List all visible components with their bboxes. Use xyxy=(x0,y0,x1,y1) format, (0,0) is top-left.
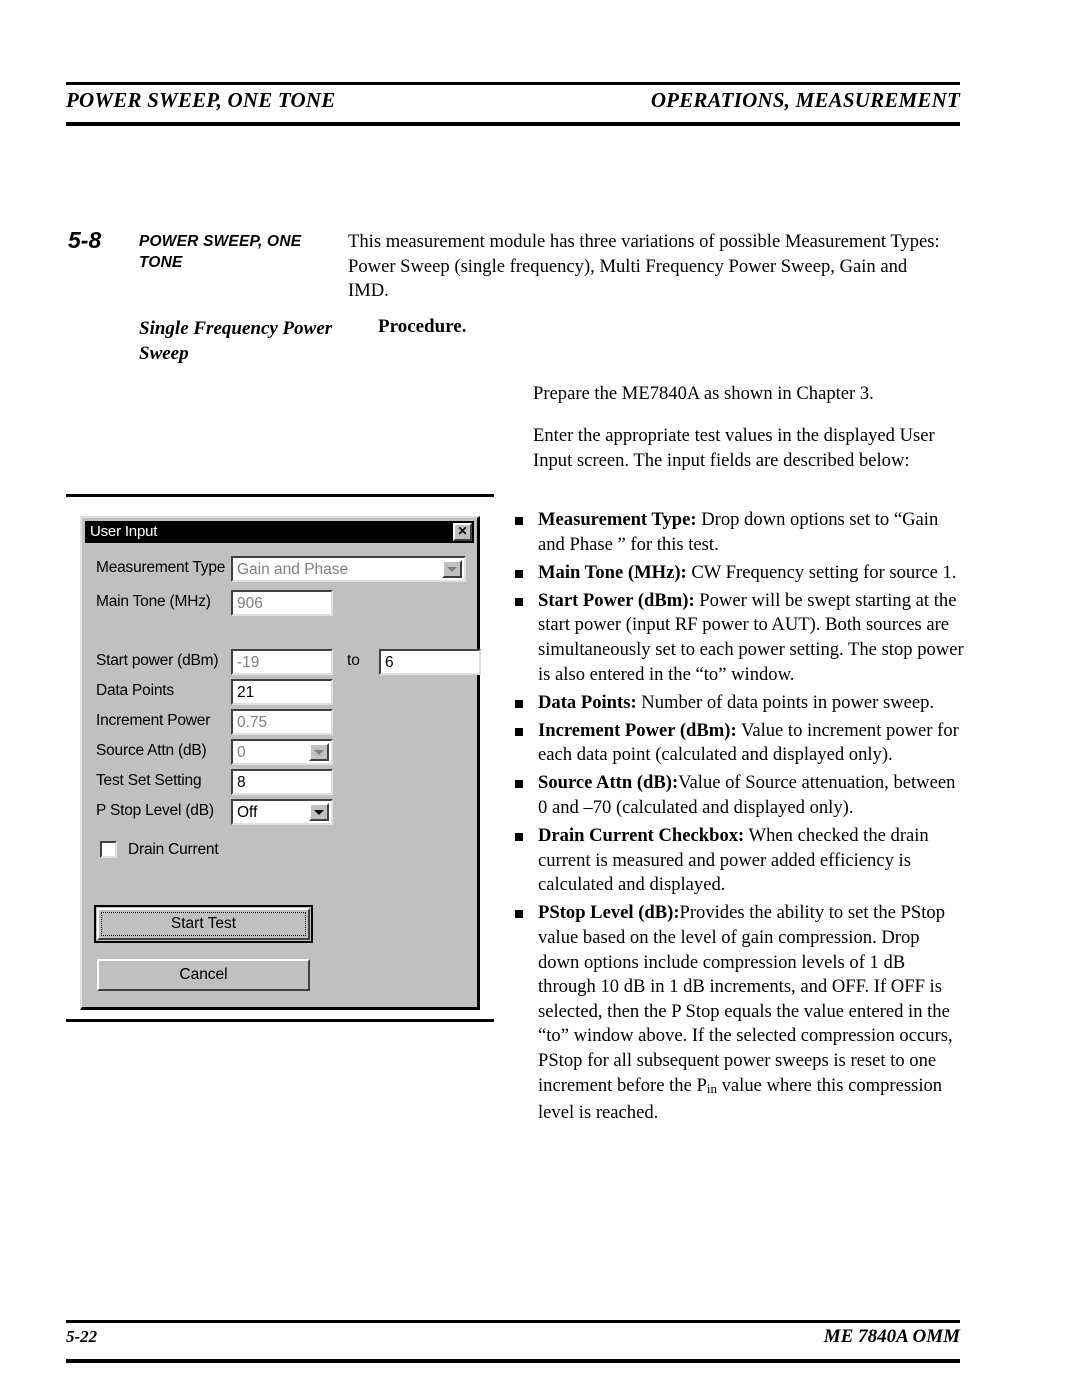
field-drain-current: Drain Current xyxy=(96,838,396,864)
list-item-term: Data Points: xyxy=(538,691,637,713)
increment-power-label: Increment Power xyxy=(96,712,211,729)
p-stop-level-value: Off xyxy=(237,804,258,821)
close-icon[interactable]: ✕ xyxy=(453,523,472,541)
list-item: Start Power (dBm): Power will be swept s… xyxy=(512,589,964,687)
list-item: Main Tone (MHz): CW Frequency setting fo… xyxy=(512,561,964,586)
square-bullet-icon xyxy=(515,569,523,578)
test-set-setting-input[interactable]: 8 xyxy=(231,769,333,795)
data-points-label: Data Points xyxy=(96,682,174,699)
square-bullet-icon xyxy=(515,833,523,842)
procedure-label: Procedure. xyxy=(378,316,467,337)
procedure-paragraph-2: Enter the appropriate test values in the… xyxy=(533,425,935,471)
data-points-value: 21 xyxy=(237,684,255,701)
list-item-text: CW Frequency setting for source 1. xyxy=(686,561,957,583)
section-title: POWER SWEEP, ONE TONE xyxy=(139,233,302,271)
p-stop-level-combobox[interactable]: Off xyxy=(231,799,333,825)
list-item-term: PStop Level (dB): xyxy=(538,902,680,924)
increment-power-input[interactable]: 0.75 xyxy=(231,709,333,735)
square-bullet-icon xyxy=(515,780,523,789)
header-right-title: OPERATIONS, MEASUREMENT xyxy=(650,88,960,112)
start-test-button[interactable]: Start Test xyxy=(94,905,313,943)
list-item-term: Main Tone (MHz): xyxy=(538,561,687,583)
square-bullet-icon xyxy=(515,517,523,525)
square-bullet-icon xyxy=(515,910,523,919)
source-attn-value: 0 xyxy=(237,744,246,761)
field-p-stop-level: P Stop Level (dB) Off xyxy=(96,799,466,825)
measurement-type-value: Gain and Phase xyxy=(237,561,349,578)
subscript-in: in xyxy=(706,1080,717,1096)
figure-rule-bottom xyxy=(66,1019,494,1022)
section-number: 5-8 xyxy=(68,227,102,253)
measurement-type-combobox[interactable]: Gain and Phase xyxy=(231,556,466,582)
measurement-type-label: Measurement Type xyxy=(96,559,226,576)
list-item-text: Number of data points in power sweep. xyxy=(636,691,935,713)
to-label: to xyxy=(347,652,360,669)
header-rule-bottom xyxy=(66,122,960,126)
chevron-down-icon[interactable] xyxy=(442,560,462,578)
field-start-power: Start power (dBm) -19 to 6 xyxy=(96,649,481,675)
field-test-set-setting: Test Set Setting 8 xyxy=(96,769,466,795)
main-tone-value: 906 xyxy=(237,595,263,612)
figure-rule-top xyxy=(66,494,494,497)
drain-current-label: Drain Current xyxy=(128,841,219,858)
square-bullet-icon xyxy=(515,597,523,606)
list-item-term: Increment Power (dBm): xyxy=(538,719,737,741)
source-attn-combobox[interactable]: 0 xyxy=(231,739,333,765)
p-stop-level-label: P Stop Level (dB) xyxy=(96,802,214,819)
start-test-button-label: Start Test xyxy=(170,915,237,932)
chevron-down-icon[interactable] xyxy=(309,803,329,821)
field-main-tone: Main Tone (MHz) 906 xyxy=(96,590,466,616)
footer-rule-top xyxy=(66,1320,960,1324)
procedure-paragraph-1: Prepare the ME7840A as shown in Chapter … xyxy=(533,383,874,404)
list-item: Data Points: Number of data points in po… xyxy=(512,691,964,716)
test-set-setting-value: 8 xyxy=(237,774,246,791)
header-rule-top xyxy=(66,82,960,86)
list-item-term: Start Power (dBm): xyxy=(538,589,695,611)
page-number: 5-22 xyxy=(66,1327,98,1346)
document-name: ME 7840A OMM xyxy=(823,1326,960,1347)
stop-power-input[interactable]: 6 xyxy=(379,649,481,675)
stop-power-value: 6 xyxy=(385,654,394,671)
test-set-setting-label: Test Set Setting xyxy=(96,772,202,789)
list-item-term: Drain Current Checkbox: xyxy=(538,825,745,847)
footer-rule-bottom xyxy=(66,1359,960,1363)
user-input-dialog: User Input ✕ Measurement Type Gain and P… xyxy=(80,516,481,1010)
list-item: PStop Level (dB):Provides the ability to… xyxy=(512,901,964,1125)
increment-power-value: 0.75 xyxy=(237,714,268,731)
field-data-points: Data Points 21 xyxy=(96,679,466,705)
square-bullet-icon xyxy=(515,727,523,736)
list-item-term: Measurement Type: xyxy=(538,509,697,530)
list-item-text: Provides the ability to set the PStop va… xyxy=(538,902,953,1096)
start-power-label: Start power (dBm) xyxy=(96,652,219,669)
list-item: Increment Power (dBm): Value to incremen… xyxy=(512,719,964,768)
list-item: Drain Current Checkbox: When checked the… xyxy=(512,824,964,898)
start-power-input[interactable]: -19 xyxy=(231,649,333,675)
field-description-list: Measurement Type: Drop down options set … xyxy=(512,508,964,1129)
field-measurement-type: Measurement Type Gain and Phase xyxy=(96,556,466,582)
field-source-attn: Source Attn (dB) 0 xyxy=(96,739,466,765)
start-power-value: -19 xyxy=(237,654,260,671)
drain-current-checkbox[interactable] xyxy=(100,841,117,858)
chevron-down-icon[interactable] xyxy=(309,743,329,761)
cancel-button-label: Cancel xyxy=(179,966,228,983)
square-bullet-icon xyxy=(515,699,523,708)
main-tone-input[interactable]: 906 xyxy=(231,590,333,616)
data-points-input[interactable]: 21 xyxy=(231,679,333,705)
dialog-title: User Input xyxy=(90,523,158,540)
section-subtitle: Single Frequency Power Sweep xyxy=(139,318,333,364)
list-item-term: Source Attn (dB): xyxy=(538,772,679,794)
section-intro-paragraph: This measurement module has three variat… xyxy=(348,231,940,301)
list-item: Source Attn (dB):Value of Source attenua… xyxy=(512,771,964,820)
document-page: POWER SWEEP, ONE TONE OPERATIONS, MEASUR… xyxy=(0,0,1080,1397)
source-attn-label: Source Attn (dB) xyxy=(96,742,207,759)
cancel-button[interactable]: Cancel xyxy=(97,959,310,991)
dialog-titlebar[interactable]: User Input ✕ xyxy=(85,521,474,543)
header-left-title: POWER SWEEP, ONE TONE xyxy=(66,88,336,112)
main-tone-label: Main Tone (MHz) xyxy=(96,593,211,610)
field-increment-power: Increment Power 0.75 xyxy=(96,709,466,735)
list-item: Measurement Type: Drop down options set … xyxy=(512,508,964,557)
